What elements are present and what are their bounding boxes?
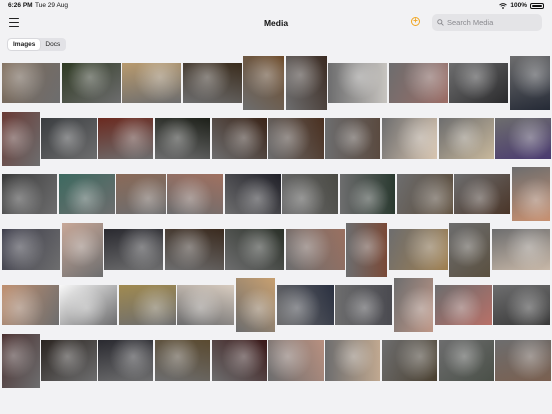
image-thumbnail[interactable] bbox=[438, 118, 494, 159]
image-thumbnail[interactable] bbox=[104, 229, 164, 270]
image-thumbnail[interactable] bbox=[1, 284, 59, 326]
status-time: 6:26 PM bbox=[8, 2, 33, 9]
image-thumbnail[interactable] bbox=[118, 284, 176, 326]
status-bar: 6:26 PM Tue 29 Aug 100% bbox=[0, 0, 552, 12]
image-thumbnail[interactable] bbox=[164, 229, 224, 270]
image-thumbnail[interactable] bbox=[182, 62, 242, 104]
image-thumbnail[interactable] bbox=[495, 340, 551, 381]
image-thumbnail[interactable] bbox=[224, 173, 281, 215]
image-thumbnail[interactable] bbox=[177, 284, 235, 326]
image-thumbnail[interactable] bbox=[154, 118, 210, 159]
image-thumbnail[interactable] bbox=[381, 118, 437, 159]
image-row bbox=[0, 333, 552, 388]
image-thumbnail[interactable] bbox=[268, 118, 324, 159]
image-thumbnail[interactable] bbox=[328, 62, 388, 104]
image-thumbnail[interactable] bbox=[41, 118, 97, 159]
search-input[interactable] bbox=[447, 18, 537, 27]
battery-icon bbox=[530, 2, 544, 9]
image-thumbnail[interactable] bbox=[335, 284, 393, 326]
image-thumbnail[interactable] bbox=[60, 284, 118, 326]
tab-images[interactable]: Images bbox=[8, 39, 41, 50]
image-row bbox=[0, 167, 552, 221]
image-thumbnail[interactable] bbox=[116, 173, 166, 215]
image-grid bbox=[0, 56, 552, 388]
image-thumbnail[interactable] bbox=[449, 62, 509, 104]
image-row bbox=[0, 278, 552, 332]
image-thumbnail[interactable] bbox=[41, 340, 97, 381]
image-thumbnail[interactable] bbox=[98, 118, 154, 159]
image-thumbnail[interactable] bbox=[381, 340, 437, 381]
image-thumbnail[interactable] bbox=[396, 173, 453, 215]
image-row bbox=[0, 111, 552, 166]
image-thumbnail[interactable] bbox=[388, 62, 448, 104]
image-thumbnail[interactable] bbox=[225, 229, 285, 270]
image-thumbnail[interactable] bbox=[98, 340, 154, 381]
image-thumbnail[interactable] bbox=[1, 62, 61, 104]
image-thumbnail[interactable] bbox=[285, 229, 345, 270]
image-thumbnail[interactable] bbox=[434, 284, 492, 326]
image-thumbnail[interactable] bbox=[211, 340, 267, 381]
image-thumbnail[interactable] bbox=[276, 284, 334, 326]
image-thumbnail[interactable] bbox=[388, 229, 448, 270]
image-thumbnail[interactable] bbox=[325, 118, 381, 159]
add-icon[interactable]: + bbox=[411, 17, 420, 26]
status-right: 100% bbox=[499, 2, 544, 9]
image-thumbnail[interactable] bbox=[211, 118, 267, 159]
status-date: Tue 29 Aug bbox=[35, 2, 69, 9]
image-thumbnail[interactable] bbox=[154, 340, 210, 381]
image-thumbnail[interactable] bbox=[325, 340, 381, 381]
image-thumbnail[interactable] bbox=[1, 173, 58, 215]
image-thumbnail[interactable] bbox=[243, 56, 285, 110]
battery-percentage: 100% bbox=[510, 2, 527, 9]
image-thumbnail[interactable] bbox=[438, 340, 494, 381]
image-thumbnail[interactable] bbox=[393, 278, 434, 332]
image-thumbnail[interactable] bbox=[61, 222, 103, 277]
image-thumbnail[interactable] bbox=[235, 278, 276, 332]
media-type-segmented-control: Images Docs bbox=[7, 38, 67, 51]
image-thumbnail[interactable] bbox=[122, 62, 182, 104]
image-thumbnail[interactable] bbox=[282, 173, 339, 215]
image-thumbnail[interactable] bbox=[268, 340, 324, 381]
image-thumbnail[interactable] bbox=[346, 222, 388, 277]
image-thumbnail[interactable] bbox=[454, 173, 511, 215]
tab-docs[interactable]: Docs bbox=[40, 39, 65, 50]
image-thumbnail[interactable] bbox=[493, 284, 551, 326]
image-thumbnail[interactable] bbox=[61, 62, 121, 104]
search-bar[interactable] bbox=[432, 14, 542, 31]
image-thumbnail[interactable] bbox=[509, 56, 551, 110]
image-thumbnail[interactable] bbox=[491, 229, 551, 270]
image-thumbnail[interactable] bbox=[285, 56, 327, 110]
image-thumbnail[interactable] bbox=[339, 173, 396, 215]
image-thumbnail[interactable] bbox=[1, 111, 40, 166]
image-thumbnail[interactable] bbox=[511, 167, 551, 221]
image-thumbnail[interactable] bbox=[167, 173, 224, 215]
image-thumbnail[interactable] bbox=[1, 333, 40, 388]
image-thumbnail[interactable] bbox=[495, 118, 551, 159]
wifi-icon bbox=[499, 2, 508, 9]
image-row bbox=[0, 56, 552, 110]
navigation-bar: Media + bbox=[0, 12, 552, 36]
image-thumbnail[interactable] bbox=[449, 222, 490, 277]
image-row bbox=[0, 222, 552, 277]
image-thumbnail[interactable] bbox=[58, 173, 115, 215]
search-icon bbox=[437, 19, 444, 26]
image-thumbnail[interactable] bbox=[1, 229, 61, 270]
